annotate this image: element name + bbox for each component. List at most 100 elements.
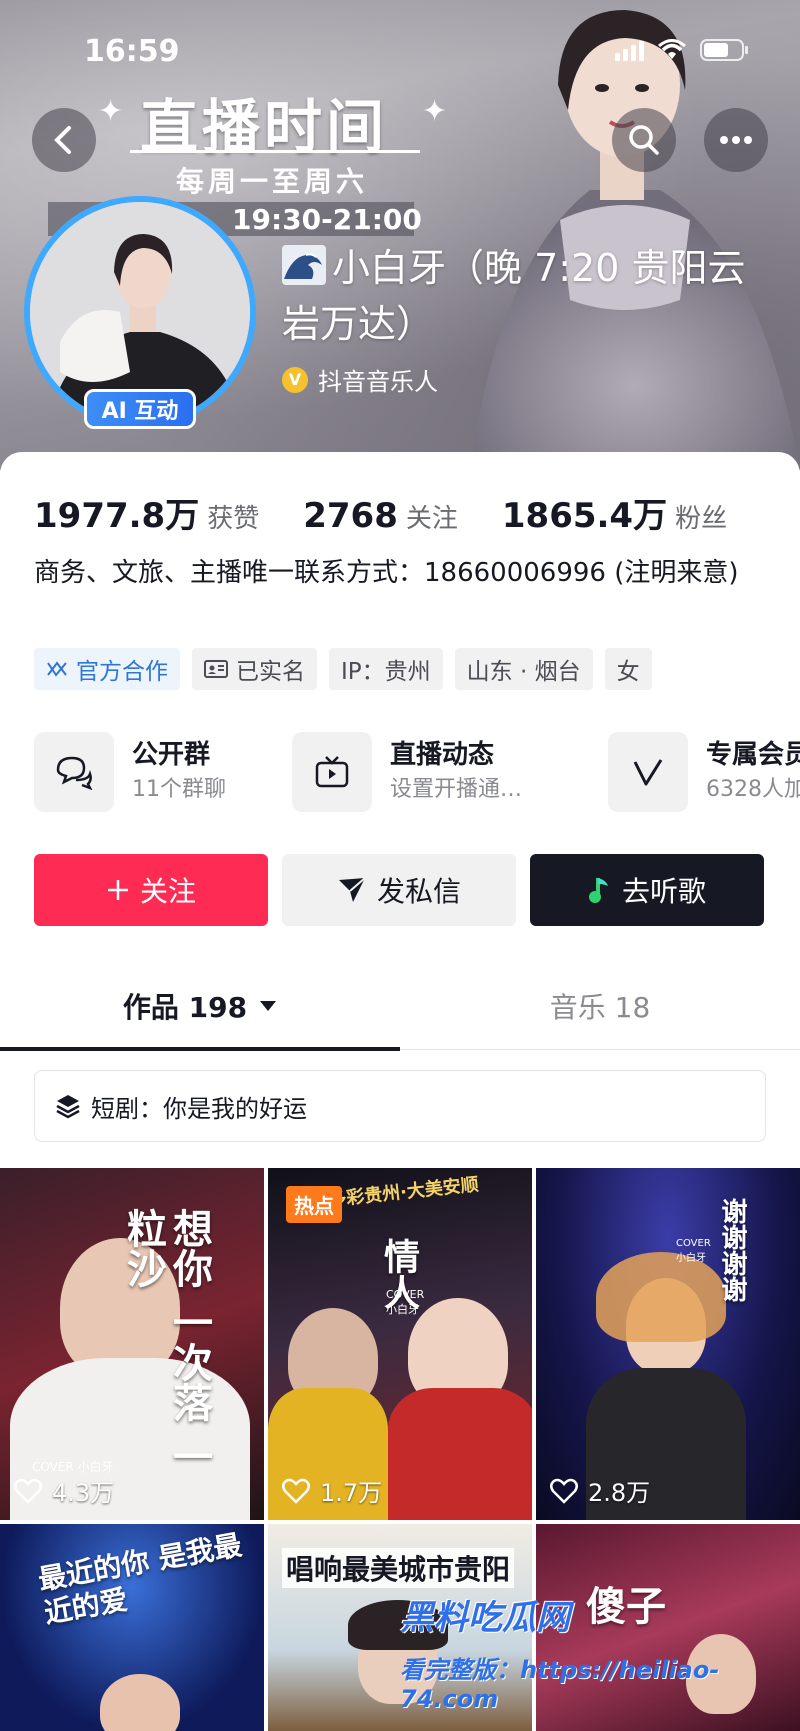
follow-label: 关注 xyxy=(139,875,196,908)
video-overlay-text: 谢谢谢谢 xyxy=(717,1198,747,1302)
shortcut-title: 公开群 xyxy=(132,740,211,770)
verification-label: 抖音音乐人 xyxy=(318,368,438,396)
video-likes-count: 4.3万 xyxy=(52,1479,115,1507)
profile-banner: 16:59 ✦ 直播时间 ✦ 每周一至周六 19:30-21:00 AI 互动 … xyxy=(0,0,800,470)
chat-bubbles-icon xyxy=(56,756,93,790)
search-button[interactable] xyxy=(612,108,676,172)
tab-works[interactable]: 作品 198 xyxy=(0,962,400,1050)
ai-interaction-badge[interactable]: AI 互动 xyxy=(84,389,196,429)
verified-music-icon: V xyxy=(282,366,308,393)
banner-singer-image xyxy=(470,10,800,470)
sparkle-right-icon: ✦ xyxy=(422,94,448,129)
short-drama-label: 短剧：你是我的好运 xyxy=(91,1094,307,1123)
signal-icon xyxy=(615,39,644,61)
video-likes: 4.3万 xyxy=(14,1473,114,1508)
layers-icon xyxy=(56,1095,80,1119)
shortcut-row: 公开群 11个群聊 直播动态 设置开播通… 专属会员 6328人加 xyxy=(34,732,800,816)
shortcut-title: 专属会员 xyxy=(706,740,800,770)
tag-gender: 女 xyxy=(604,648,652,690)
status-time: 16:59 xyxy=(84,34,180,69)
profile-name-text: 小白牙（晚 7:20 贵阳云岩万达） xyxy=(282,246,746,346)
send-icon xyxy=(338,877,366,902)
active-tab-indicator xyxy=(0,1047,400,1051)
message-label: 发私信 xyxy=(376,875,461,908)
shortcut-exclusive-membership[interactable]: 专属会员 6328人加入 xyxy=(608,732,800,812)
shortcut-subtitle: 设置开播通… xyxy=(390,777,523,802)
verification-row[interactable]: V 抖音音乐人 xyxy=(282,362,438,397)
likes-label: 获赞 xyxy=(207,504,260,534)
more-button[interactable] xyxy=(704,108,768,172)
tab-music[interactable]: 音乐 18 xyxy=(400,962,800,1050)
handshake-icon xyxy=(47,661,67,677)
tag-label: 已实名 xyxy=(236,659,305,685)
video-tile[interactable]: 多彩贵州·大美安顺 热点 情人 COVER 小白牙 1.7万 xyxy=(268,1168,532,1520)
video-cover-label: COVER 小白牙 xyxy=(386,1288,425,1316)
profile-name: 小白牙（晚 7:20 贵阳云岩万达） xyxy=(282,240,752,352)
more-dots-icon xyxy=(720,136,752,144)
video-overlay-text: 傻子 xyxy=(586,1583,666,1630)
following-label: 关注 xyxy=(405,504,458,534)
tag-label: 女 xyxy=(616,659,640,685)
heart-icon xyxy=(14,1478,42,1504)
sparkle-left-icon: ✦ xyxy=(98,94,124,129)
short-drama-entry[interactable]: 短剧：你是我的好运 xyxy=(34,1070,766,1142)
video-likes-count: 1.7万 xyxy=(320,1479,383,1507)
shortcut-public-group[interactable]: 公开群 11个群聊 xyxy=(34,732,226,812)
site-watermark-url: 看完整版：https://heiliao-74.com xyxy=(400,1656,720,1713)
tag-verified-identity[interactable]: 已实名 xyxy=(192,648,317,690)
video-tile[interactable]: 谢谢谢谢 COVER 小白牙 2.8万 xyxy=(536,1168,800,1520)
shortcut-subtitle: 11个群聊 xyxy=(132,777,226,802)
tv-icon xyxy=(315,756,349,788)
follow-button[interactable]: 关注 xyxy=(34,854,268,926)
heart-icon xyxy=(282,1478,310,1504)
title-divider xyxy=(130,150,420,153)
tab-music-label: 音乐 18 xyxy=(549,991,651,1024)
likes-count[interactable]: 1977.8万 xyxy=(34,488,199,537)
battery-icon xyxy=(700,39,748,61)
video-tile[interactable]: 最近的你 是我最近的爱 xyxy=(0,1524,264,1731)
profile-tags: 官方合作 已实名 IP：贵州 山东 · 烟台 女 xyxy=(34,648,652,690)
tag-hometown: 山东 · 烟台 xyxy=(454,648,593,690)
listen-music-button[interactable]: 去听歌 xyxy=(530,854,764,926)
video-overlay-text: 想你 一次落 一粒沙 xyxy=(120,1208,213,1476)
video-likes: 2.8万 xyxy=(550,1473,650,1508)
tag-label: 山东 · 烟台 xyxy=(466,659,581,685)
stats-row: 1977.8万 获赞 2768 关注 1865.4万 粉丝 xyxy=(34,488,771,537)
back-button[interactable] xyxy=(32,108,96,172)
v-icon xyxy=(633,759,663,786)
shortcut-title: 直播动态 xyxy=(390,740,495,770)
tag-official-cooperation[interactable]: 官方合作 xyxy=(34,648,180,690)
live-schedule-hours: 19:30-21:00 xyxy=(232,203,422,236)
shortcut-icon-box xyxy=(34,732,114,812)
video-thumbnail-person xyxy=(100,1674,180,1731)
chevron-left-icon xyxy=(54,126,71,154)
following-count[interactable]: 2768 xyxy=(303,496,398,536)
content-tabs: 作品 198 音乐 18 xyxy=(0,962,800,1051)
video-overlay-text: 最近的你 是我最近的爱 xyxy=(35,1528,245,1630)
search-icon xyxy=(629,125,659,155)
wifi-icon xyxy=(658,39,686,59)
video-thumbnail-hair xyxy=(596,1252,726,1342)
trending-badge: 热点 xyxy=(286,1186,342,1223)
video-likes-count: 2.8万 xyxy=(588,1479,651,1507)
shortcut-live-updates[interactable]: 直播动态 设置开播通… xyxy=(292,732,522,812)
live-schedule-days: 每周一至周六 xyxy=(176,165,369,198)
wave-icon xyxy=(282,245,326,285)
video-tile[interactable]: 想你 一次落 一粒沙 COVER 小白牙 4.3万 xyxy=(0,1168,264,1520)
heart-icon xyxy=(550,1478,578,1504)
shortcut-icon-box xyxy=(292,732,372,812)
status-icons xyxy=(615,38,750,62)
id-card-icon xyxy=(204,660,228,678)
video-headline: 多彩贵州·大美安顺 xyxy=(327,1174,480,1211)
action-buttons: 关注 发私信 去听歌 xyxy=(34,854,764,926)
followers-count[interactable]: 1865.4万 xyxy=(502,488,667,537)
caret-down-icon xyxy=(260,1001,277,1011)
tag-ip-location: IP：贵州 xyxy=(329,648,443,690)
tag-label: 官方合作 xyxy=(76,659,168,685)
video-cover-label: COVER 小白牙 xyxy=(676,1238,711,1264)
site-watermark: 黑料吃瓜网 xyxy=(400,1598,570,1638)
listen-label: 去听歌 xyxy=(621,875,706,908)
message-button[interactable]: 发私信 xyxy=(282,854,516,926)
shortcut-subtitle: 6328人加入 xyxy=(706,777,800,802)
tag-label: IP：贵州 xyxy=(341,659,431,685)
